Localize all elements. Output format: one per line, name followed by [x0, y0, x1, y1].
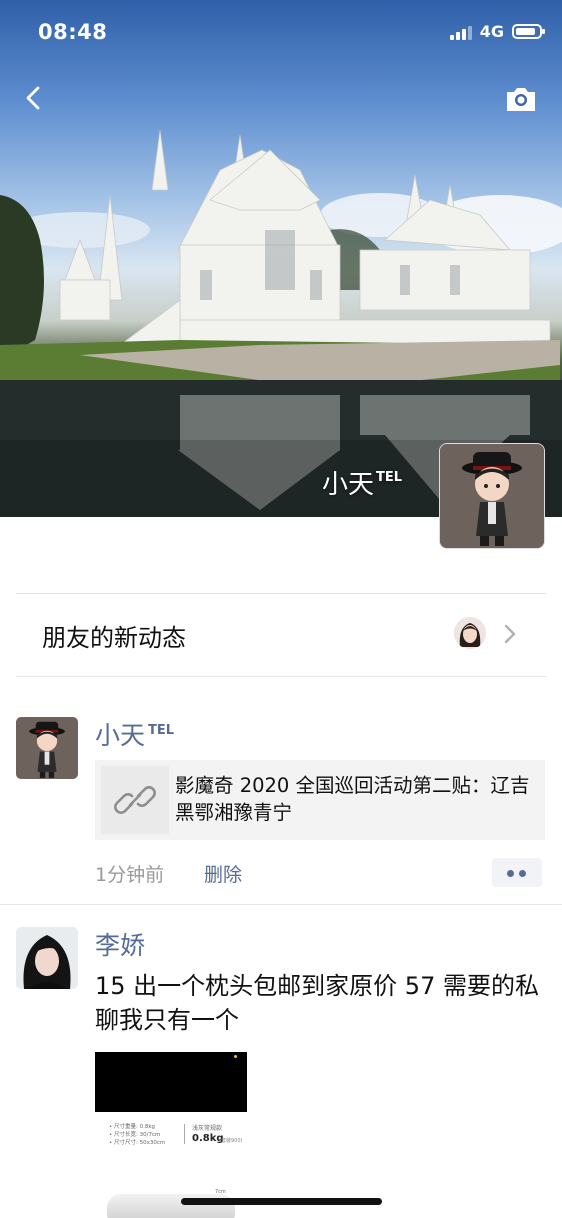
post-author-name: 李娇: [95, 931, 146, 960]
friend-updates-row[interactable]: 朋友的新动态: [0, 594, 562, 676]
cover-username: 小天 TEL: [322, 464, 402, 501]
shared-link-card[interactable]: 影魔奇 2020 全国巡回活动第二贴：辽吉黑鄂湘豫青宁: [95, 760, 545, 840]
post-avatar[interactable]: [16, 717, 78, 779]
image-spec-divider: [184, 1124, 185, 1144]
avatar-illustration: [440, 444, 544, 548]
avatar-illustration: [16, 717, 78, 779]
post-author-name: 小天: [95, 721, 146, 750]
delete-button[interactable]: 删除: [204, 860, 242, 887]
more-dots-icon[interactable]: [492, 858, 542, 887]
post-time: 1分钟前: [95, 864, 165, 886]
post-avatar[interactable]: [16, 927, 78, 989]
chevron-right-icon: [504, 624, 516, 644]
friend-updates-label: 朋友的新动态: [42, 624, 186, 652]
post-author[interactable]: 李娇: [95, 926, 145, 962]
image-spec-line: • 尺寸尺寸: 50x30cm: [109, 1140, 166, 1146]
network-type: 4G: [479, 22, 504, 41]
link-title: 影魔奇 2020 全国巡回活动第二贴：辽吉黑鄂湘豫青宁: [175, 774, 530, 824]
post-text: 15 出一个枕头包邮到家原价 57 需要的私聊我只有一个: [95, 972, 539, 1034]
post-image[interactable]: • 尺寸重量: 0.8kg • 尺寸长宽: 30/7cm • 尺寸尺寸: 50x…: [95, 1052, 247, 1218]
friend-avatar-image: [454, 617, 486, 649]
image-spec-title: 浅灰常规款: [192, 1125, 223, 1132]
cover-username-suffix: TEL: [375, 470, 402, 485]
post-author-suffix: TEL: [148, 723, 175, 738]
divider: [0, 904, 562, 905]
camera-icon[interactable]: [504, 84, 538, 114]
status-time: 08:48: [38, 20, 108, 44]
home-indicator[interactable]: [181, 1198, 382, 1205]
status-bar: 08:48 4G: [0, 0, 562, 70]
back-icon[interactable]: [18, 82, 50, 114]
image-spec-line: • 尺寸长宽: 30/7cm: [109, 1132, 161, 1138]
signal-icon: [449, 24, 472, 40]
image-spec-note: (套装900): [219, 1138, 243, 1144]
image-spec-line: • 尺寸重量: 0.8kg: [109, 1124, 156, 1130]
cover-image: [0, 129, 562, 517]
cover-username-text: 小天: [321, 470, 374, 500]
avatar-photo: [16, 927, 78, 989]
friend-update-avatar: [454, 617, 486, 649]
image-spec-list: • 尺寸重量: 0.8kg • 尺寸长宽: 30/7cm • 尺寸尺寸: 50x…: [109, 1123, 165, 1147]
divider: [16, 676, 546, 677]
status-indicators: 4G: [449, 22, 545, 41]
post-author[interactable]: 小天 TEL: [95, 716, 174, 752]
profile-avatar[interactable]: [439, 443, 545, 549]
link-thumbnail: [101, 766, 169, 834]
cover-photo[interactable]: 08:48 4G 小天 TEL: [0, 0, 562, 517]
image-dark-area: [95, 1052, 247, 1112]
link-icon: [114, 786, 156, 814]
battery-icon: [512, 24, 545, 39]
